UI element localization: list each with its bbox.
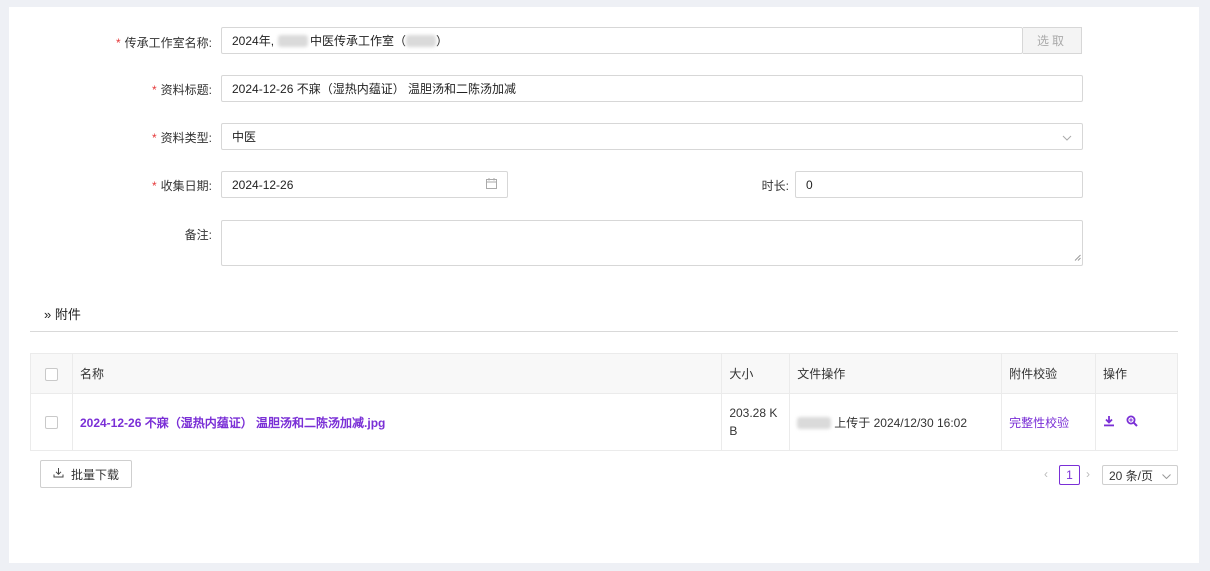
- calendar-icon[interactable]: [486, 177, 497, 192]
- type-label: * 资料类型:: [151, 131, 212, 145]
- row-select-cell: [30, 393, 73, 451]
- studio-name-label: * 传承工作室名称:: [115, 36, 212, 50]
- resize-handle-icon[interactable]: [1074, 250, 1081, 264]
- date-value: 2024-12-26: [232, 177, 294, 192]
- attachments-table: 名称 大小 文件操作 附件校验 操作 2024-12-26 不寐（湿热内蕴证） …: [30, 353, 1178, 451]
- remark-label: 备注:: [184, 228, 212, 242]
- type-select[interactable]: 中医: [221, 123, 1083, 150]
- redacted-text: [406, 34, 437, 47]
- duration-field[interactable]: 0: [795, 171, 1083, 198]
- remark-textarea[interactable]: [221, 220, 1083, 266]
- upload-info: 上传于 2024/12/30 16:02: [834, 415, 968, 430]
- zoom-icon[interactable]: [1126, 415, 1139, 430]
- date-picker[interactable]: 2024-12-26: [221, 171, 508, 198]
- batch-download-button[interactable]: 批量下载: [40, 460, 132, 488]
- page-size-select[interactable]: 20 条/页: [1102, 465, 1178, 485]
- page-number-current[interactable]: 1: [1059, 465, 1080, 485]
- title-value: 2024-12-26 不寐（湿热内蕴证） 温胆汤和二陈汤加减: [232, 82, 517, 96]
- column-header-size[interactable]: 大小: [721, 353, 791, 394]
- verify-cell: 完整性校验: [1001, 393, 1097, 451]
- row-checkbox[interactable]: [44, 416, 58, 430]
- studio-name-suffix: ）: [436, 34, 449, 48]
- required-mark: *: [151, 131, 157, 145]
- chevron-down-icon: [1162, 468, 1171, 482]
- actions-cell: [1095, 393, 1178, 451]
- duration-value: 0: [806, 177, 813, 192]
- title-label: * 资料标题:: [151, 83, 212, 97]
- batch-download-label: 批量下载: [70, 467, 119, 482]
- redacted-text: [797, 417, 832, 430]
- required-mark: *: [151, 83, 157, 97]
- column-header-actions: 操作: [1095, 353, 1178, 394]
- page-size-value: 20 条/页: [1109, 468, 1154, 483]
- file-name-link[interactable]: 2024-12-26 不寐（湿热内蕴证） 温胆汤和二陈汤加减.jpg: [80, 416, 385, 430]
- studio-name-field[interactable]: 2024年, 中医传承工作室（ ）: [221, 27, 1023, 54]
- section-divider: [30, 331, 1178, 332]
- title-field[interactable]: 2024-12-26 不寐（湿热内蕴证） 温胆汤和二陈汤加减: [221, 75, 1083, 102]
- upload-info-cell: 上传于 2024/12/30 16:02: [789, 393, 1003, 451]
- duration-label: 时长:: [761, 179, 789, 193]
- next-page-icon[interactable]: ›: [1086, 467, 1090, 481]
- prev-page-icon[interactable]: ‹: [1044, 467, 1048, 481]
- column-header-name[interactable]: 名称: [71, 353, 723, 394]
- select-all-checkbox[interactable]: [44, 367, 58, 381]
- required-mark: *: [115, 36, 121, 50]
- column-header-file-ops: 文件操作: [789, 353, 1003, 394]
- column-header-verify: 附件校验: [1001, 353, 1097, 394]
- studio-name-mid: 中医传承工作室（: [310, 34, 407, 48]
- table-header-row: 名称 大小 文件操作 附件校验 操作: [30, 353, 1178, 394]
- chevron-down-icon: [1062, 130, 1072, 144]
- table-row: 2024-12-26 不寐（湿热内蕴证） 温胆汤和二陈汤加减.jpg 203.2…: [30, 393, 1178, 451]
- select-all-cell: [30, 353, 73, 394]
- attachments-title: » 附件: [44, 307, 81, 322]
- studio-name-prefix: 2024年,: [232, 34, 275, 48]
- file-size: 203.28 KB: [721, 393, 791, 451]
- file-name-cell: 2024-12-26 不寐（湿热内蕴证） 温胆汤和二陈汤加减.jpg: [71, 393, 723, 451]
- date-label: * 收集日期:: [151, 179, 212, 193]
- verify-link[interactable]: 完整性校验: [1009, 416, 1069, 430]
- redacted-text: [278, 34, 309, 47]
- download-icon[interactable]: [1103, 415, 1115, 430]
- form-panel: * 传承工作室名称: 2024年, 中医传承工作室（ ） 选取 * 资料标题: 20…: [9, 7, 1199, 563]
- type-value: 中医: [232, 130, 257, 144]
- required-mark: *: [151, 179, 157, 193]
- download-icon: [53, 467, 64, 481]
- pick-button[interactable]: 选取: [1023, 27, 1082, 54]
